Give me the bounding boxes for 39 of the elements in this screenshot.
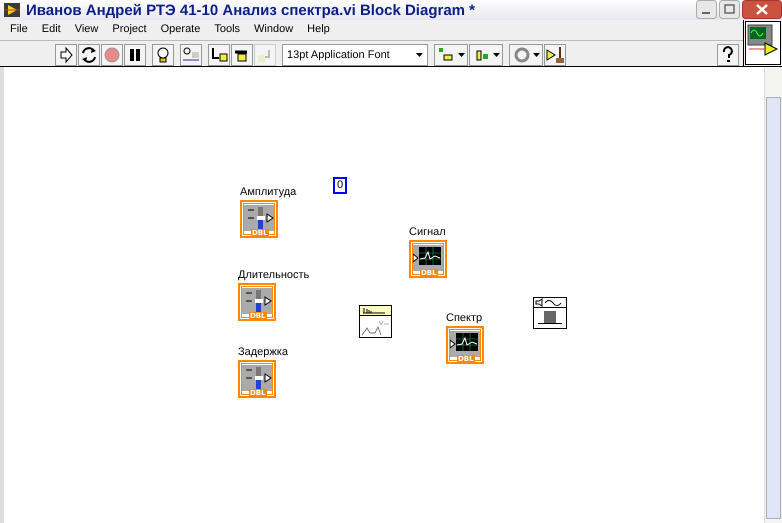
spectral-measurement-icon[interactable]	[359, 305, 392, 338]
vertical-scrollbar[interactable]	[764, 67, 782, 523]
probe-icon[interactable]	[180, 44, 202, 66]
menu-item[interactable]: Tools	[214, 23, 240, 40]
maximize-icon[interactable]	[719, 0, 740, 19]
terminal-label: Спектр	[446, 312, 482, 324]
terminal-label: Длительность	[238, 269, 310, 281]
font-dropdown[interactable]: 13pt Application Font	[282, 44, 428, 66]
graph-icon	[450, 331, 480, 357]
close-icon[interactable]	[742, 0, 782, 19]
sound-output-icon[interactable]	[533, 297, 567, 329]
pause-icon[interactable]	[124, 44, 146, 66]
cleanup-icon[interactable]	[544, 44, 566, 66]
menu-item[interactable]: Project	[112, 23, 147, 40]
app-icon	[4, 3, 20, 17]
align-icon[interactable]	[434, 44, 468, 66]
menu-item[interactable]: Help	[307, 23, 330, 40]
menu-item[interactable]: Window	[254, 23, 294, 40]
terminal-label: Амплитуда	[240, 186, 296, 198]
step-into-icon[interactable]	[208, 44, 230, 66]
run-continuously-icon[interactable]	[78, 44, 100, 66]
menu-item[interactable]: Edit	[42, 23, 61, 40]
help-icon[interactable]	[717, 44, 739, 66]
distribute-icon[interactable]	[469, 44, 503, 66]
menu-item[interactable]: File	[10, 23, 28, 40]
step-over-icon[interactable]	[231, 44, 253, 66]
terminal-label: Сигнал	[409, 226, 446, 238]
menu-item[interactable]: View	[74, 23, 98, 40]
numeric-constant[interactable]: 0	[333, 177, 348, 194]
window-title: Иванов Андрей РТЭ 41-10 Анализ спектра.vi Block Diagram *	[26, 2, 476, 18]
lightbulb-icon[interactable]	[152, 44, 174, 66]
slider-icon	[242, 288, 272, 314]
caret-icon	[416, 52, 423, 57]
slider-icon	[242, 365, 272, 391]
terminal-label: Задержка	[238, 346, 288, 358]
menu-item[interactable]: Operate	[160, 23, 200, 40]
graph-icon	[413, 245, 443, 271]
slider-icon	[244, 205, 274, 231]
minimize-icon[interactable]	[696, 0, 717, 19]
